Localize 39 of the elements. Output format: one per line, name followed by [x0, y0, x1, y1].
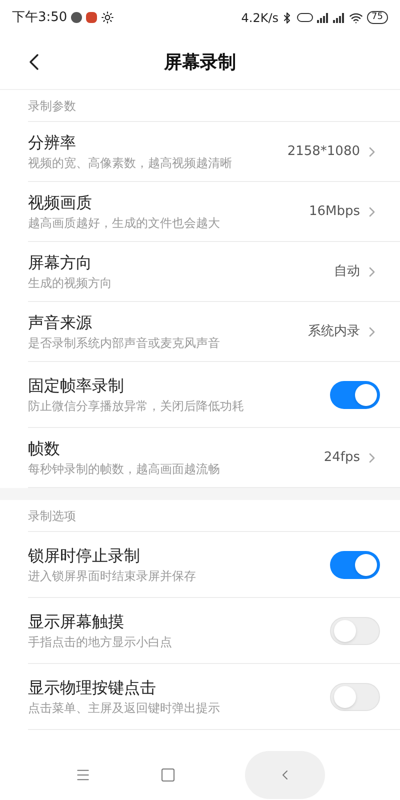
wifi-icon — [348, 10, 363, 24]
signal-icon — [332, 12, 345, 22]
setting-description: 越高画质越好，生成的文件也会越大 — [28, 214, 221, 232]
setting-title: 分辨率 — [28, 132, 77, 154]
signal-icon — [316, 12, 329, 22]
section-header: 录制选项 — [28, 508, 76, 524]
setting-description: 手指点击的地方显示小白点 — [28, 634, 173, 650]
setting-description: 进入锁屏界面时结束录屏并保存 — [28, 568, 197, 584]
battery-level: 75 — [366, 11, 388, 24]
setting-title: 显示屏幕触摸 — [28, 610, 125, 632]
setting-title: 显示物理按键点击 — [28, 676, 157, 698]
setting-description: 视频的宽、高像素数，越高视频越清晰 — [28, 154, 233, 172]
setting-title: 声音来源 — [28, 312, 93, 334]
toggle-switch[interactable] — [330, 616, 380, 644]
setting-value[interactable]: 系统内录 — [308, 322, 380, 342]
toggle-switch[interactable] — [330, 380, 380, 408]
setting-title: 视频画质 — [28, 192, 93, 214]
setting-value[interactable]: 16Mbps — [308, 202, 380, 222]
network-speed: 4.2K/s — [241, 10, 279, 26]
brightness-icon — [101, 11, 114, 24]
menu-icon[interactable] — [74, 767, 91, 783]
setting-description: 生成的视频方向 — [28, 274, 113, 292]
section-header: 录制参数 — [28, 98, 76, 114]
setting-value[interactable]: 自动 — [334, 262, 380, 282]
setting-value[interactable]: 2158*1080 — [287, 142, 380, 162]
toggle-switch[interactable] — [330, 682, 380, 710]
setting-description: 防止微信分享播放异常，关闭后降低功耗 — [28, 398, 245, 414]
page-title: 屏幕录制 — [164, 50, 236, 74]
setting-description: 每秒钟录制的帧数，越高画面越流畅 — [28, 460, 221, 478]
setting-title: 锁屏时停止录制 — [28, 544, 141, 566]
toggle-switch[interactable] — [330, 550, 380, 578]
setting-description: 点击菜单、主屏及返回键时弹出提示 — [28, 700, 221, 716]
status-time: 下午3:50 — [12, 8, 68, 27]
setting-title: 帧数 — [28, 438, 61, 460]
setting-title: 固定帧率录制 — [28, 374, 125, 396]
setting-title: 屏幕方向 — [28, 252, 93, 274]
setting-description: 是否录制系统内部声音或麦克风声音 — [28, 334, 221, 352]
home-icon[interactable] — [160, 767, 176, 783]
setting-value[interactable]: 24fps — [324, 448, 380, 468]
